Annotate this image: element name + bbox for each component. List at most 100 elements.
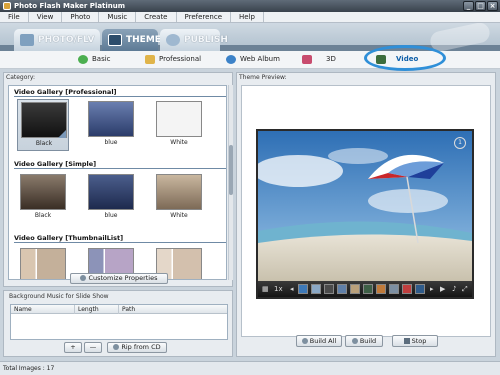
build-all-icon <box>301 338 308 344</box>
theme-label: Black <box>34 212 52 219</box>
thumb-strip-item[interactable] <box>311 284 321 294</box>
menu-bar: File View Photo Music Create Preference … <box>0 12 500 23</box>
theme-preview-label: Theme Preview: <box>239 74 287 81</box>
next-icon[interactable]: ▸ <box>430 284 434 294</box>
scrollbar-thumb[interactable] <box>229 145 233 195</box>
thumb-strip-item[interactable] <box>350 284 360 294</box>
tab-publish[interactable]: Publish <box>160 29 228 51</box>
theme-item[interactable]: White <box>153 99 205 151</box>
menu-preference[interactable]: Preference <box>177 12 232 22</box>
theme-item[interactable]: Black <box>17 172 69 224</box>
gallery-scrollbar[interactable] <box>228 85 233 280</box>
menu-photo[interactable]: Photo <box>62 12 100 22</box>
tab-theme[interactable]: Theme <box>102 29 161 51</box>
close-button[interactable]: × <box>487 1 498 11</box>
theme-thumbnail <box>156 174 202 210</box>
minimize-button[interactable]: _ <box>463 1 474 11</box>
group-simple-title: Video Gallery [Simple] <box>14 160 226 169</box>
column-length[interactable]: Length <box>75 305 119 314</box>
theme-label: blue <box>104 139 118 146</box>
thumb-strip-item[interactable] <box>337 284 347 294</box>
thumb-strip-item[interactable] <box>402 284 412 294</box>
theme-item[interactable]: Black <box>17 99 69 151</box>
play-icon[interactable]: ▶ <box>440 284 445 294</box>
subtab-basic[interactable]: Basic <box>78 51 111 69</box>
subtab-web-album[interactable]: Web Album <box>226 51 280 69</box>
app-icon <box>3 2 11 10</box>
selected-corner-icon <box>58 130 66 138</box>
group-professional-title: Video Gallery [Professional] <box>14 88 226 97</box>
menu-file[interactable]: File <box>0 12 29 22</box>
subtab-professional[interactable]: Professional <box>145 51 201 69</box>
build-button[interactable]: Build <box>345 335 383 347</box>
theme-label: Black <box>35 140 53 147</box>
subtab-web-album-label: Web Album <box>240 55 280 63</box>
menu-view[interactable]: View <box>29 12 63 22</box>
grid-icon[interactable]: ▦ <box>262 284 269 294</box>
music-table[interactable]: Name Length Path <box>10 304 228 340</box>
tab-publish-label: Publish <box>184 35 228 45</box>
build-all-label: Build All <box>309 337 337 345</box>
speed-icon[interactable]: 1x <box>274 284 283 294</box>
category-panel: Category: Video Gallery [Professional] B… <box>3 72 233 287</box>
thumb-strip-item[interactable] <box>389 284 399 294</box>
build-all-button[interactable]: Build All <box>296 335 342 347</box>
music-table-header: Name Length Path <box>11 305 227 314</box>
menu-create[interactable]: Create <box>136 12 177 22</box>
theme-thumbnail <box>20 248 66 279</box>
tab-photo-flv[interactable]: Photo/FLV <box>14 29 100 51</box>
check-icon <box>78 55 88 64</box>
remove-music-button[interactable]: — <box>84 342 102 353</box>
player-control-bar: ▦ 1x ◂ ▸ ▶ ♪ ⤢ <box>258 281 472 297</box>
thumb-strip-item[interactable] <box>324 284 334 294</box>
tab-photo-flv-label: Photo/FLV <box>38 35 95 45</box>
video-highlight-ellipse <box>364 45 446 71</box>
column-path[interactable]: Path <box>119 305 227 314</box>
menu-music[interactable]: Music <box>99 12 137 22</box>
thumb-strip-item[interactable] <box>376 284 386 294</box>
page-indicator[interactable]: 1 <box>454 137 466 149</box>
video-player[interactable]: 1 ▦ 1x ◂ ▸ ▶ ♪ ⤢ <box>256 129 474 299</box>
build-icon <box>351 338 358 344</box>
theme-label: blue <box>104 212 118 219</box>
rip-from-cd-label: Rip from CD <box>121 343 161 351</box>
theme-icon <box>108 34 122 46</box>
add-music-button[interactable]: + <box>64 342 82 353</box>
folder-icon <box>145 55 155 64</box>
rip-from-cd-button[interactable]: Rip from CD <box>107 342 167 353</box>
theme-item[interactable]: blue <box>85 99 137 151</box>
status-bar: Total Images : 17 <box>0 361 500 375</box>
theme-item[interactable] <box>17 246 69 279</box>
column-name[interactable]: Name <box>11 305 75 314</box>
thumb-strip-item[interactable] <box>363 284 373 294</box>
subtab-3d[interactable]: 3D <box>302 51 336 69</box>
cd-icon <box>113 344 120 350</box>
theme-preview-panel: Theme Preview: 1 ▦ 1x ◂ ▸ ▶ ♪ ⤢ <box>236 72 496 357</box>
maximize-button[interactable]: □ <box>475 1 486 11</box>
customize-icon <box>80 275 87 281</box>
theme-item[interactable]: blue <box>85 172 137 224</box>
thumb-strip-item[interactable] <box>298 284 308 294</box>
theme-thumbnail <box>20 174 66 210</box>
stop-label: Stop <box>411 337 427 345</box>
theme-item[interactable]: White <box>153 172 205 224</box>
customize-properties-label: Customize Properties <box>88 274 158 282</box>
customize-properties-button[interactable]: Customize Properties <box>70 273 168 284</box>
theme-label: White <box>170 212 188 219</box>
window-title: Photo Flash Maker Platinum <box>14 2 126 10</box>
stop-button[interactable]: Stop <box>392 335 438 347</box>
fullscreen-icon[interactable]: ⤢ <box>462 284 468 294</box>
beach-photo <box>258 131 472 281</box>
menu-help[interactable]: Help <box>231 12 264 22</box>
theme-thumbnail <box>88 174 134 210</box>
thumb-strip-item[interactable] <box>415 284 425 294</box>
group-thumbnaillist-title: Video Gallery [ThumbnailList] <box>14 234 226 243</box>
subtab-professional-label: Professional <box>159 55 202 63</box>
title-bar: Photo Flash Maker Platinum _ □ × <box>0 0 500 12</box>
3d-icon <box>302 55 312 64</box>
globe-icon <box>226 55 236 64</box>
volume-icon[interactable]: ♪ <box>452 284 456 294</box>
total-images-status: Total Images : 17 <box>3 365 55 372</box>
prev-icon[interactable]: ◂ <box>290 284 294 294</box>
photo-icon <box>20 34 34 46</box>
